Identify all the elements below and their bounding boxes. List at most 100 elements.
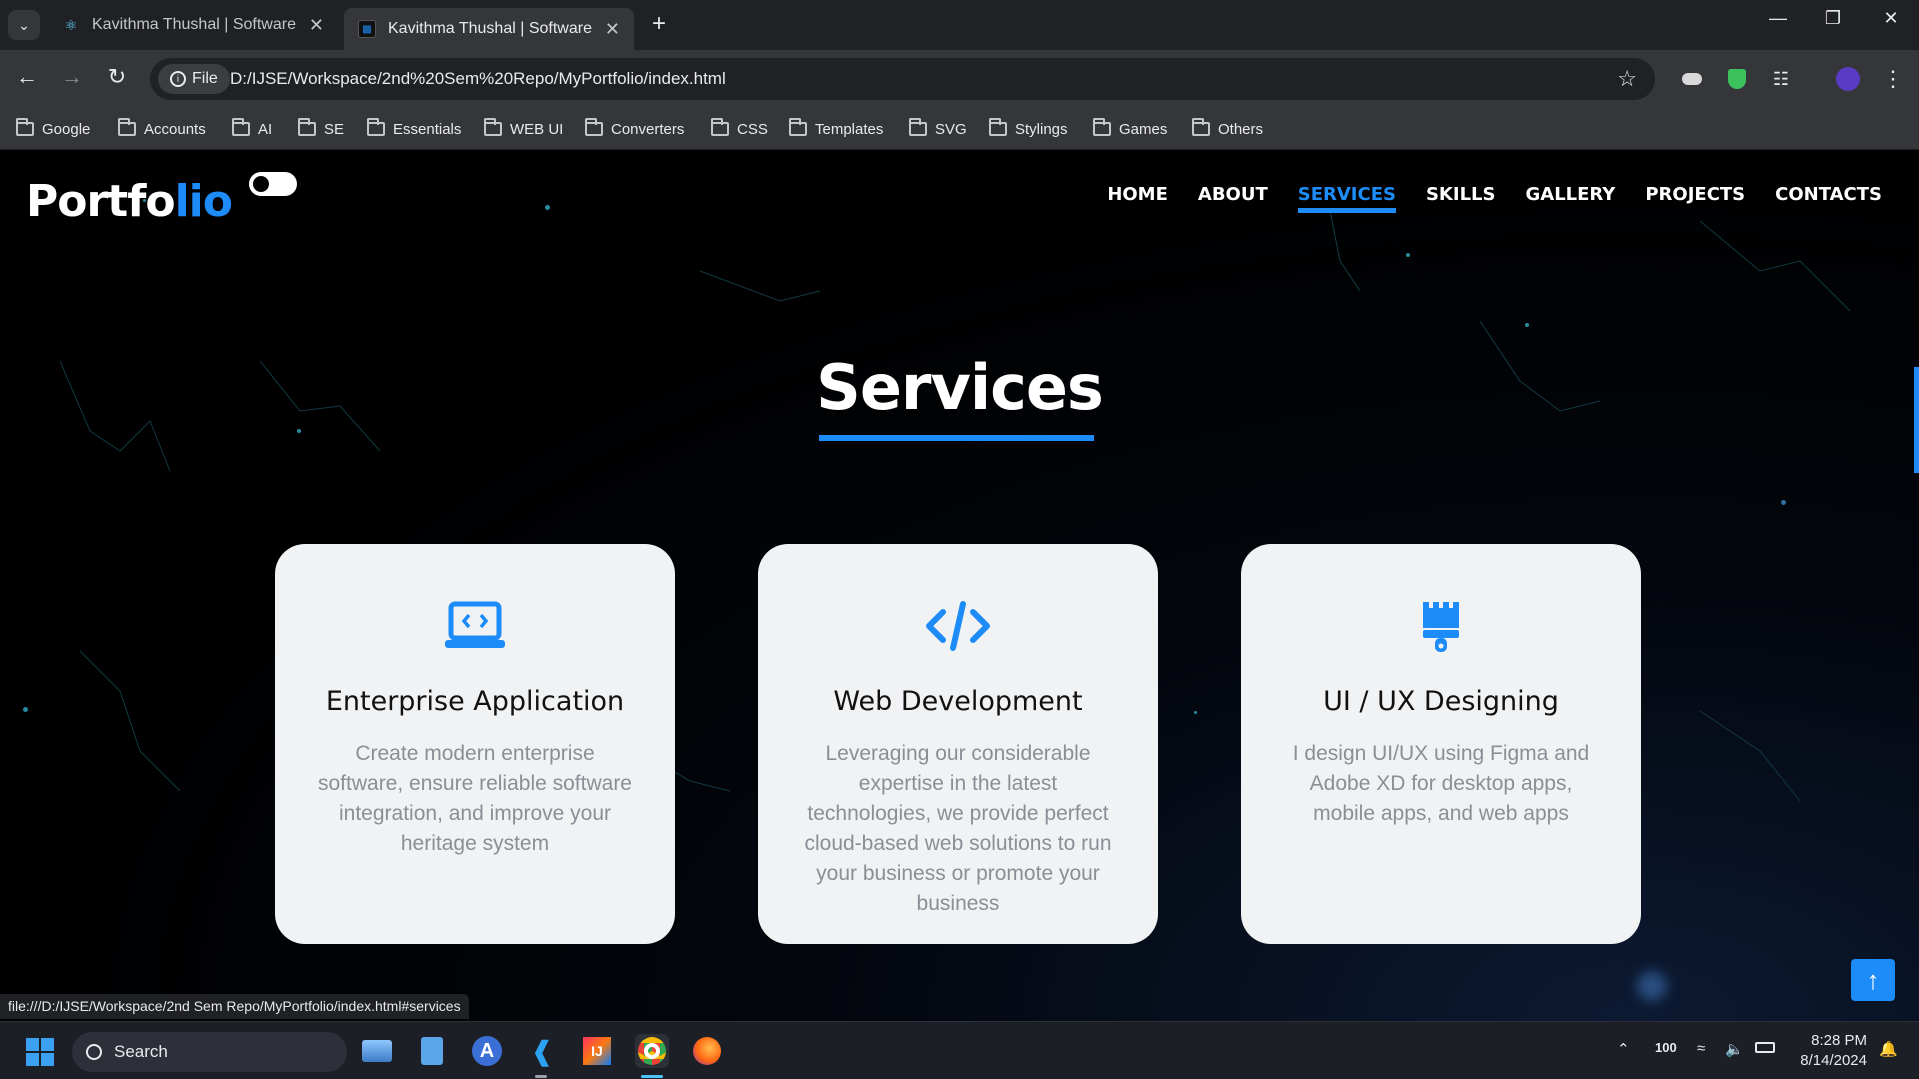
- photos-app-icon[interactable]: [360, 1034, 394, 1068]
- status-bar-url: file:///D:/IJSE/Workspace/2nd Sem Repo/M…: [0, 994, 469, 1019]
- nav-about[interactable]: ABOUT: [1198, 184, 1268, 213]
- system-clock[interactable]: 8:28 PM 8/14/2024: [1800, 1031, 1867, 1071]
- star: [545, 205, 550, 210]
- tab-strip: ⌄ ⚛ Kavithma Thushal | Software En ✕ ▩ K…: [0, 0, 1919, 50]
- folder-icon: [1093, 118, 1111, 136]
- bookmark-folder[interactable]: Google: [16, 116, 90, 142]
- bookmark-folder[interactable]: WEB UI: [484, 116, 563, 142]
- new-tab-button[interactable]: +: [652, 12, 666, 36]
- battery-icon[interactable]: [1755, 1040, 1775, 1057]
- intellij-icon[interactable]: IJ: [580, 1034, 614, 1068]
- bookmark-label: Others: [1218, 120, 1264, 138]
- chevron-down-icon: ⌄: [18, 16, 30, 33]
- android-studio-icon[interactable]: A: [470, 1034, 504, 1068]
- site-info-chip[interactable]: i File: [158, 64, 230, 94]
- clock-time: 8:28 PM: [1811, 1032, 1867, 1049]
- vscode-icon[interactable]: ❰: [525, 1034, 559, 1068]
- restore-button[interactable]: ❐: [1813, 8, 1853, 29]
- bookmark-label: SVG: [935, 120, 967, 138]
- tab-2[interactable]: ▩ Kavithma Thushal | Software En ✕: [344, 8, 634, 50]
- browser-toolbar: ← → ↻ i File D:/IJSE/Workspace/2nd%20Sem…: [0, 50, 1919, 108]
- nav-services[interactable]: SERVICES: [1297, 184, 1397, 213]
- notepad-icon[interactable]: [415, 1034, 449, 1068]
- folder-icon: [367, 118, 385, 136]
- star-icon[interactable]: ☆: [1617, 66, 1637, 92]
- firefox-icon[interactable]: [690, 1034, 724, 1068]
- site-logo[interactable]: Portfolio: [26, 176, 233, 227]
- service-title: Enterprise Application: [325, 686, 625, 717]
- folder-icon: [989, 118, 1007, 136]
- chevron-up-icon[interactable]: ⌃: [1617, 1040, 1630, 1058]
- folder-icon: [909, 118, 927, 136]
- extension-mask-icon[interactable]: [1679, 66, 1705, 92]
- folder-icon: [1192, 118, 1210, 136]
- service-card: UI / UX Designing I design UI/UX using F…: [1241, 544, 1641, 944]
- bookmarks-bar: Google Accounts AI SE Essentials WEB UI …: [0, 108, 1919, 150]
- bookmark-folder[interactable]: SE: [298, 116, 344, 142]
- puzzle-icon[interactable]: ☷: [1768, 66, 1794, 92]
- shield-icon[interactable]: [1724, 66, 1750, 92]
- tab-title: Kavithma Thushal | Software En: [388, 20, 595, 37]
- nav-contacts[interactable]: CONTACTS: [1775, 184, 1882, 213]
- code-icon: [758, 600, 1158, 656]
- back-to-top-button[interactable]: ↑: [1851, 959, 1895, 1001]
- star-glow: [1637, 971, 1667, 1001]
- speaker-icon[interactable]: 🔈: [1725, 1040, 1744, 1058]
- chrome-icon[interactable]: [635, 1034, 669, 1068]
- wifi-icon[interactable]: ≈: [1697, 1040, 1705, 1057]
- bookmark-folder[interactable]: Templates: [789, 116, 883, 142]
- tab-search-button[interactable]: ⌄: [8, 10, 40, 40]
- bookmark-label: WEB UI: [510, 120, 564, 138]
- bookmark-folder[interactable]: Others: [1192, 116, 1263, 142]
- service-title: Web Development: [833, 686, 1083, 717]
- star: [1525, 323, 1529, 327]
- url-text[interactable]: D:/IJSE/Workspace/2nd%20Sem%20Repo/MyPor…: [230, 69, 726, 89]
- notification-icon[interactable]: 🔔: [1879, 1040, 1898, 1058]
- page-viewport: Portfolio HOME ABOUT SERVICES SKILLS GAL…: [0, 151, 1919, 1021]
- close-icon[interactable]: ✕: [605, 19, 620, 40]
- taskbar-search[interactable]: Search: [72, 1032, 347, 1072]
- bookmark-label: SE: [324, 120, 345, 138]
- theme-toggle[interactable]: [249, 172, 297, 196]
- bookmark-folder[interactable]: Games: [1093, 116, 1167, 142]
- menu-icon[interactable]: ⋮: [1880, 66, 1906, 92]
- reload-button[interactable]: ↻: [102, 64, 132, 90]
- forward-button[interactable]: →: [57, 64, 87, 90]
- bookmark-label: AI: [258, 120, 273, 138]
- folder-icon: [789, 118, 807, 136]
- bookmark-folder[interactable]: Stylings: [989, 116, 1068, 142]
- app-running-indicator: [535, 1075, 547, 1078]
- bookmark-folder[interactable]: Accounts: [118, 116, 206, 142]
- address-bar[interactable]: i File D:/IJSE/Workspace/2nd%20Sem%20Rep…: [150, 58, 1655, 100]
- windows-start-icon[interactable]: [26, 1038, 54, 1066]
- nav-skills[interactable]: SKILLS: [1426, 184, 1496, 213]
- back-button[interactable]: ←: [12, 64, 42, 90]
- scrollbar-thumb[interactable]: [1914, 367, 1919, 473]
- tab-1[interactable]: ⚛ Kavithma Thushal | Software En ✕: [48, 8, 338, 42]
- bookmark-folder[interactable]: CSS: [711, 116, 768, 142]
- bookmark-folder[interactable]: Converters: [585, 116, 684, 142]
- bookmark-label: Google: [42, 120, 91, 138]
- section-title: Services: [816, 351, 1104, 424]
- close-icon[interactable]: ✕: [309, 15, 324, 36]
- taskbar: Search A ❰ IJ ⌃ 100 ≈ 🔈 8:28 PM 8/14/202…: [0, 1021, 1919, 1079]
- bookmark-folder[interactable]: AI: [232, 116, 272, 142]
- service-title: UI / UX Designing: [1323, 686, 1559, 717]
- star: [1406, 253, 1410, 257]
- bookmark-folder[interactable]: SVG: [909, 116, 967, 142]
- nav-projects[interactable]: PROJECTS: [1645, 184, 1745, 213]
- nav-home[interactable]: HOME: [1107, 184, 1168, 213]
- react-icon: ⚛: [64, 16, 78, 33]
- star: [23, 707, 28, 712]
- service-description: I design UI/UX using Figma and Adobe XD …: [1292, 742, 1590, 825]
- nav-gallery[interactable]: GALLERY: [1525, 184, 1615, 213]
- bookmark-label: Converters: [611, 120, 685, 138]
- laptop-code-icon: [275, 600, 675, 656]
- bookmark-label: Essentials: [393, 120, 462, 138]
- minimize-button[interactable]: —: [1758, 8, 1798, 29]
- bookmark-folder[interactable]: Essentials: [367, 116, 461, 142]
- bookmark-label: Stylings: [1015, 120, 1068, 138]
- avatar[interactable]: [1835, 66, 1861, 92]
- info-icon: i: [170, 71, 186, 87]
- close-window-button[interactable]: ✕: [1871, 8, 1911, 29]
